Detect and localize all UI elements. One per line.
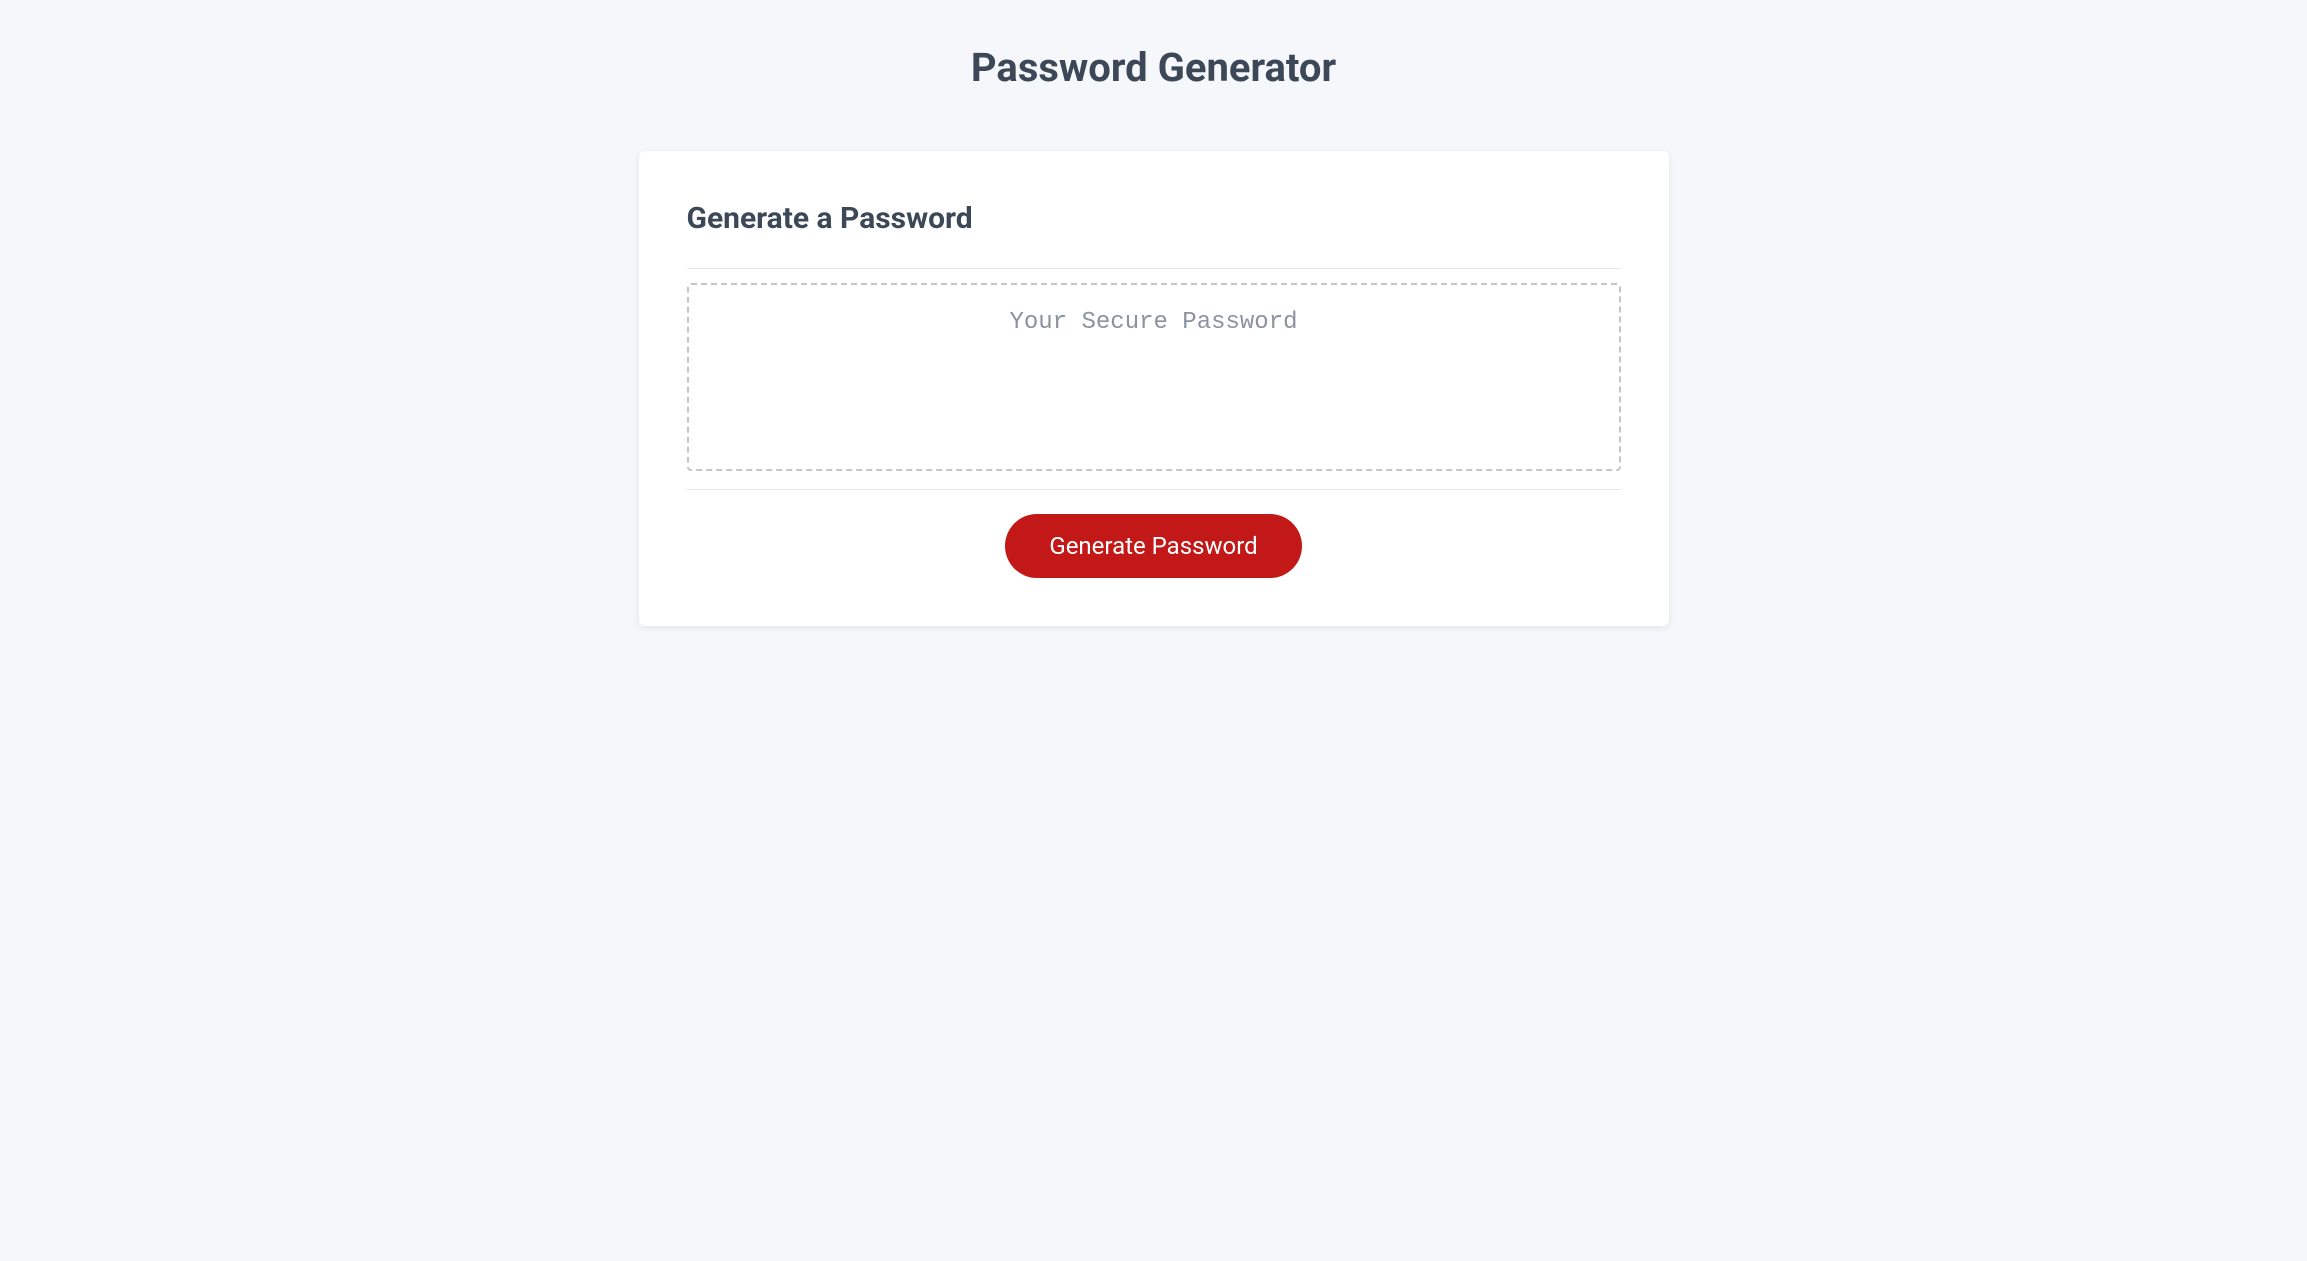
button-row: Generate Password [687,514,1621,578]
card-heading: Generate a Password [687,201,1621,236]
password-output-wrapper [687,283,1621,475]
password-output[interactable] [687,283,1621,471]
divider-bottom [687,489,1621,490]
divider-top [687,268,1621,269]
page-title: Password Generator [0,44,2307,91]
generate-password-button[interactable]: Generate Password [1005,514,1301,578]
generator-card: Generate a Password Generate Password [639,151,1669,626]
